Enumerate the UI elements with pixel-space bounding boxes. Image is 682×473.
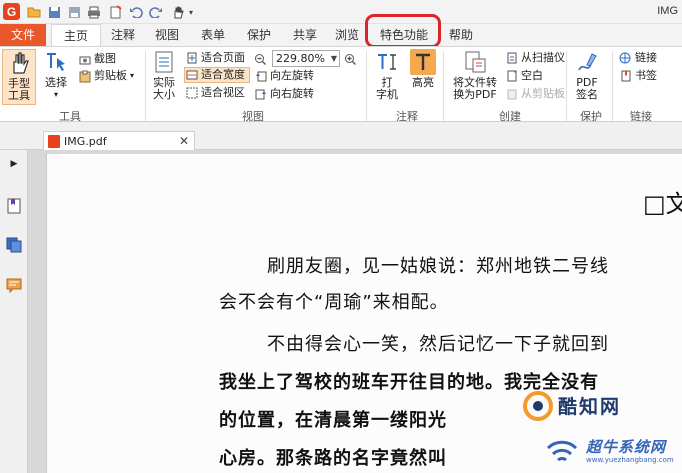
navigation-panel: ▶ (0, 150, 28, 473)
doc-line: 的位置，在清晨第一缕阳光 (219, 410, 447, 431)
doc-heading: □文 (643, 190, 682, 218)
expand-panel-icon[interactable]: ▶ (5, 155, 23, 173)
rotate-right-button[interactable]: 向右旋转 (254, 86, 314, 102)
app-logo-icon[interactable]: G (3, 3, 20, 20)
link-button[interactable]: 链接 (619, 50, 657, 66)
signature-pen-icon (574, 49, 600, 75)
watermark-site2: 超牛系统网 www.yuezhangbang.com (542, 432, 682, 472)
rotate-right-icon (254, 88, 267, 101)
tab-home[interactable]: 主页 (51, 24, 101, 47)
doc-line: 心房。那条路的名字竟然叫 (219, 448, 447, 469)
zoom-level-select[interactable]: 229.80% ▼ (272, 50, 340, 67)
convert-to-pdf-button[interactable]: 将文件转 换为PDF (450, 49, 500, 105)
pdf-sign-button[interactable]: PDF 签名 (570, 49, 604, 105)
ribbon: 手型 工具 选择 ▾ 截图 剪贴板 ▾ 工具 实际 大小 适合页面 适合宽度 适… (0, 46, 682, 123)
zoom-out-button[interactable] (254, 51, 270, 67)
tab-protect[interactable]: 保护 (238, 24, 280, 46)
rotate-left-button[interactable]: 向左旋转 (254, 68, 314, 84)
undo-icon[interactable] (128, 4, 144, 20)
typewriter-button[interactable]: 打 字机 (371, 49, 403, 105)
clipboard-icon (78, 70, 91, 83)
fit-view-icon (185, 87, 198, 100)
typewriter-icon (374, 49, 400, 75)
tab-file[interactable]: 文件 (0, 24, 46, 46)
wifi-logo-icon (546, 440, 578, 462)
title-bar: G ▾ IMG (0, 0, 682, 24)
fit-width-button[interactable]: 适合宽度 (184, 67, 250, 83)
clipboard-button[interactable]: 剪贴板 ▾ (78, 68, 134, 84)
zoom-in-button[interactable] (344, 51, 360, 67)
pages-panel-icon[interactable] (5, 236, 23, 254)
print-icon[interactable] (86, 4, 102, 20)
watermark-logo-icon (523, 391, 553, 421)
quick-access-dropdown-icon[interactable]: ▾ (186, 4, 196, 20)
fit-width-icon (185, 69, 198, 82)
doc-line: 会不会有个“周瑜”来相配。 (219, 292, 449, 313)
menu-bar: 文件 主页 注释 视图 表单 保护 共享 浏览 特色功能 帮助 (0, 24, 682, 47)
clipboard-paste-icon (505, 88, 518, 101)
select-cursor-icon (43, 49, 69, 75)
from-scanner-button[interactable]: 从扫描仪 (505, 50, 565, 66)
zoom-dropdown-icon[interactable]: ▼ (331, 51, 337, 66)
actual-size-button[interactable]: 实际 大小 (150, 49, 178, 105)
fit-page-button[interactable]: 适合页面 (185, 50, 245, 66)
tab-help[interactable]: 帮助 (441, 24, 481, 46)
doc-line: 不由得会心一笑，然后记忆一下子就回到 (267, 334, 609, 355)
document-tab[interactable]: IMG.pdf ✕ (43, 131, 195, 151)
bookmark-icon (619, 70, 632, 83)
hand-icon (6, 50, 32, 76)
from-clipboard-button[interactable]: 从剪贴板 (505, 86, 565, 102)
rotate-left-icon (254, 70, 267, 83)
close-tab-icon[interactable]: ✕ (179, 132, 189, 151)
hand-tool-button[interactable]: 手型 工具 (2, 49, 36, 105)
bookmark-button[interactable]: 书签 (619, 68, 657, 84)
doc-line: 刷朋友圈，见一姑娘说：郑州地铁二号线 (267, 256, 609, 277)
blank-page-icon (505, 70, 518, 83)
zoom-out-icon (254, 53, 267, 66)
tab-browse[interactable]: 浏览 (327, 24, 367, 46)
zoom-in-icon (344, 53, 357, 66)
tab-comment[interactable]: 注释 (104, 24, 142, 46)
open-folder-icon[interactable] (26, 4, 42, 20)
highlight-button[interactable]: 高亮 (407, 49, 439, 105)
blank-page-button[interactable]: 空白 (505, 68, 543, 84)
link-icon (619, 52, 632, 65)
redo-icon[interactable] (148, 4, 164, 20)
comments-panel-icon[interactable] (5, 276, 23, 294)
select-button[interactable]: 选择 ▾ (40, 49, 72, 105)
scanner-icon (505, 52, 518, 65)
watermark-site1: 酷知网 (518, 388, 678, 428)
convert-file-icon (462, 49, 488, 75)
save-copy-icon[interactable] (66, 4, 82, 20)
tab-share[interactable]: 共享 (284, 24, 326, 46)
hand-tool-quick-icon[interactable] (170, 4, 186, 20)
window-title: IMG (657, 5, 678, 17)
annotation-highlight-ring (365, 14, 441, 48)
document-tab-bar: IMG.pdf ✕ (0, 122, 682, 151)
fit-page-icon (185, 52, 198, 65)
pdf-file-icon (48, 135, 60, 148)
fit-view-button[interactable]: 适合视区 (185, 85, 245, 101)
save-icon[interactable] (46, 4, 62, 20)
new-document-icon[interactable] (107, 4, 123, 20)
actual-size-icon (151, 49, 177, 75)
screenshot-button[interactable]: 截图 (78, 51, 116, 67)
tab-view[interactable]: 视图 (146, 24, 188, 46)
highlight-icon (410, 49, 436, 75)
tab-form[interactable]: 表单 (192, 24, 234, 46)
bookmarks-panel-icon[interactable] (5, 197, 23, 215)
camera-icon (78, 53, 91, 66)
